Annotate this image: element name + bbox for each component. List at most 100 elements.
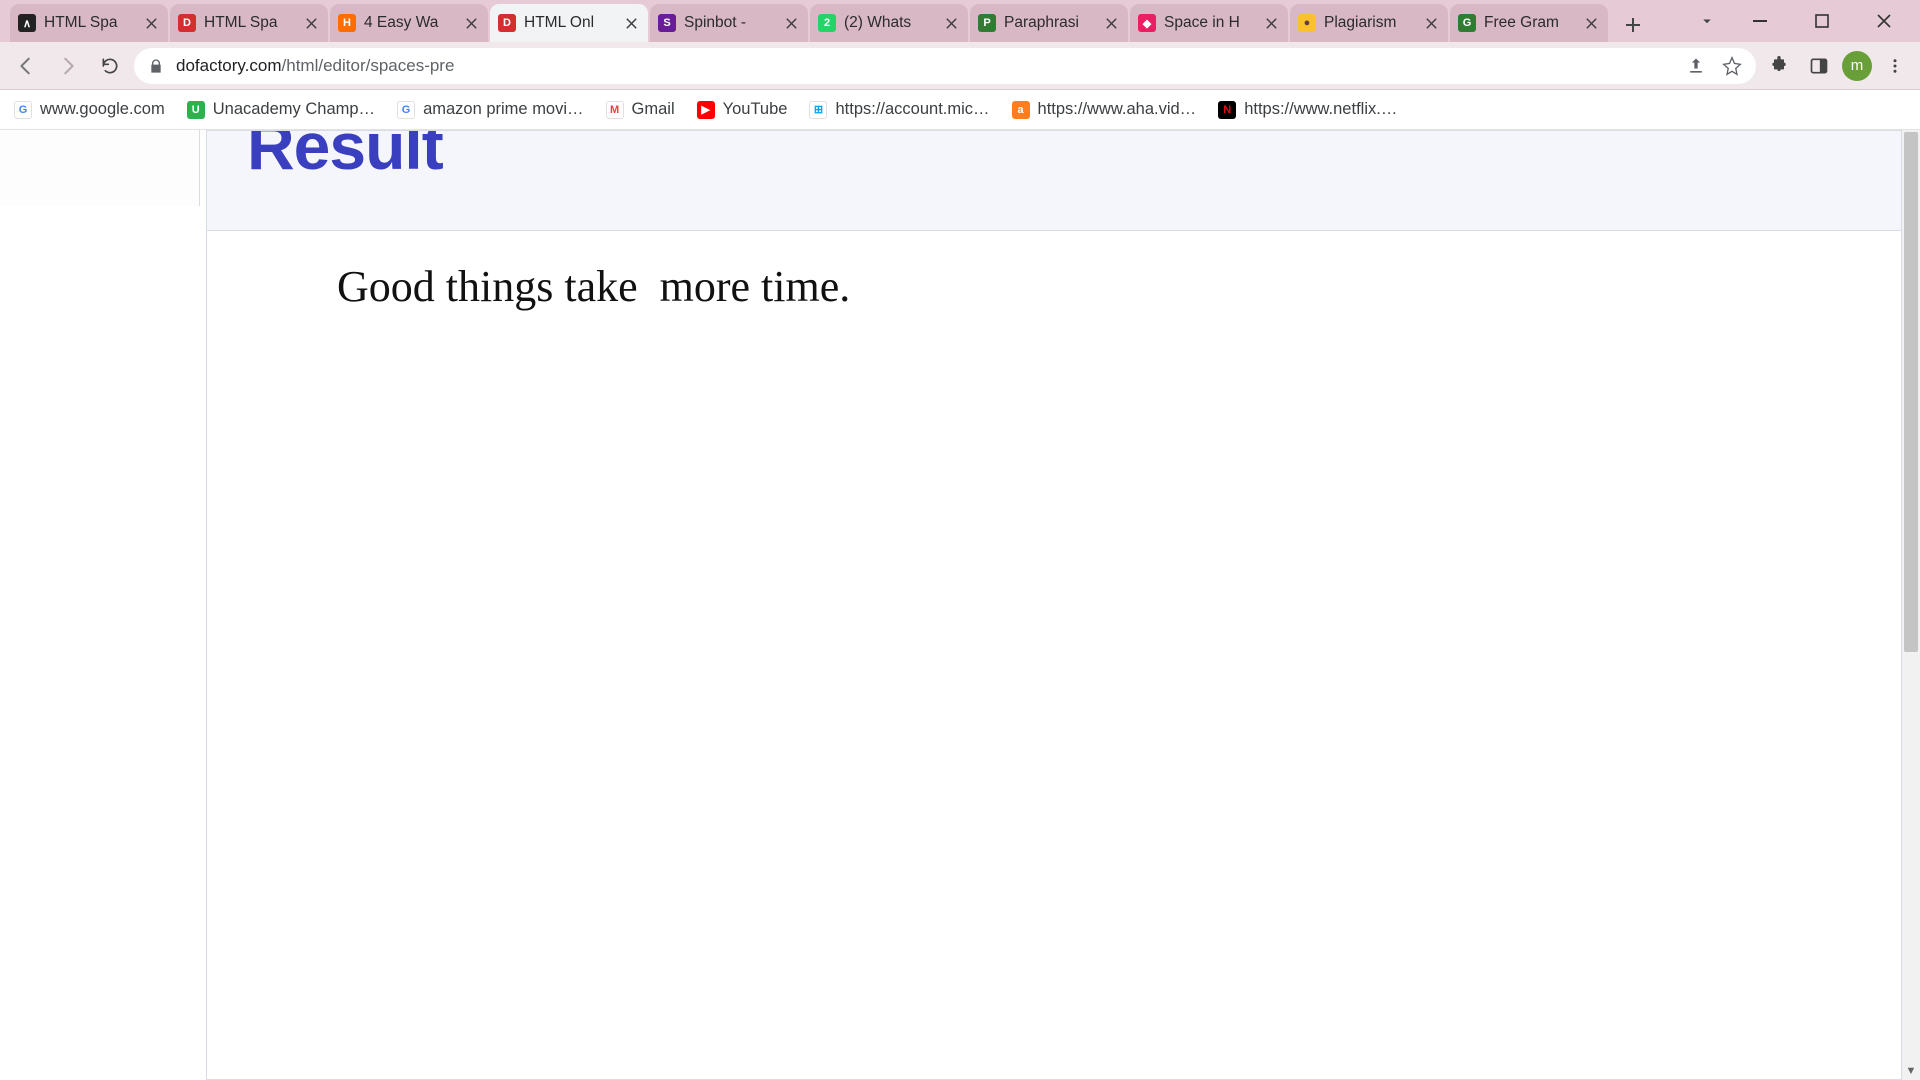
back-button[interactable] (8, 48, 44, 84)
bookmark-item[interactable]: Gwww.google.com (14, 100, 165, 119)
tab-strip: ∧ HTML Spa DHTML Spa H 4 Easy Wa D HTML Onl S Sp… (0, 0, 1920, 42)
new-tab-button[interactable] (1616, 8, 1650, 42)
bookmark-button[interactable] (1722, 56, 1742, 76)
browser-toolbar: dofactory.com/html/editor/spaces-pre m (0, 42, 1920, 90)
bookmark-label: www.google.com (40, 100, 165, 119)
window-maximize-button[interactable] (1804, 7, 1840, 35)
tab-close-button[interactable] (1102, 14, 1120, 32)
close-icon (466, 18, 477, 29)
tab-title: Space in H (1164, 14, 1258, 32)
close-icon (1877, 14, 1891, 28)
bookmark-item[interactable]: ⊞https://account.mic… (809, 100, 989, 119)
tab-close-button[interactable] (1422, 14, 1440, 32)
result-heading: Result (247, 130, 443, 179)
tab-search-button[interactable] (1698, 12, 1716, 30)
left-rail (0, 130, 200, 206)
tab-close-button[interactable] (302, 14, 320, 32)
browser-tab[interactable]: 2(2) Whats (810, 4, 968, 42)
tab-title: Spinbot - (684, 14, 778, 32)
bookmarks-bar: Gwww.google.com U Unacademy Champ… Gamazon … (0, 90, 1920, 130)
window-close-button[interactable] (1866, 7, 1902, 35)
scrollbar-thumb[interactable] (1904, 132, 1918, 652)
kebab-icon (1886, 57, 1904, 75)
extensions-button[interactable] (1762, 49, 1796, 83)
close-icon (1426, 18, 1437, 29)
bookmark-item[interactable]: Nhttps://www.netflix.… (1218, 100, 1397, 119)
result-panel: Result Good things take more time. (206, 130, 1902, 1080)
tab-favicon-icon: ∧ (18, 14, 36, 32)
reload-icon (100, 56, 120, 76)
bookmark-item[interactable]: a https://www.aha.vid… (1012, 100, 1197, 119)
url-host: dofactory.com (176, 56, 282, 75)
bookmark-favicon-icon: a (1012, 101, 1030, 119)
tab-favicon-icon: G (1458, 14, 1476, 32)
tab-close-button[interactable] (782, 14, 800, 32)
maximize-icon (1815, 14, 1829, 28)
plus-icon (1625, 17, 1641, 33)
reload-button[interactable] (92, 48, 128, 84)
bookmark-item[interactable]: U Unacademy Champ… (187, 100, 375, 119)
tab-title: Free Gram (1484, 14, 1578, 32)
window-minimize-button[interactable] (1742, 7, 1778, 35)
result-panel-body: Good things take more time. (206, 230, 1902, 1080)
url-path: /html/editor/spaces-pre (282, 56, 455, 75)
browser-tab[interactable]: ●Plagiarism (1290, 4, 1448, 42)
tab-favicon-icon: D (498, 14, 516, 32)
tab-close-button[interactable] (142, 14, 160, 32)
bookmark-item[interactable]: ▶YouTube (697, 100, 788, 119)
bookmark-item[interactable]: Gamazon prime movi… (397, 100, 583, 119)
browser-tab[interactable]: D HTML Onl (490, 4, 648, 42)
tab-favicon-icon: S (658, 14, 676, 32)
tab-title: Paraphrasi (1004, 14, 1098, 32)
browser-tab[interactable]: H 4 Easy Wa (330, 4, 488, 42)
profile-avatar[interactable]: m (1842, 51, 1872, 81)
close-icon (626, 18, 637, 29)
sidepanel-button[interactable] (1802, 49, 1836, 83)
close-icon (1266, 18, 1277, 29)
tab-title: 4 Easy Wa (364, 14, 458, 32)
bookmark-label: https://www.aha.vid… (1038, 100, 1197, 119)
browser-tab[interactable]: G Free Gram (1450, 4, 1608, 42)
share-button[interactable] (1686, 56, 1706, 76)
address-bar[interactable]: dofactory.com/html/editor/spaces-pre (134, 48, 1756, 84)
bookmark-label: Unacademy Champ… (213, 100, 375, 119)
tab-close-button[interactable] (622, 14, 640, 32)
bookmark-favicon-icon: ⊞ (809, 101, 827, 119)
scroll-down-arrow-icon[interactable]: ▼ (1902, 1062, 1920, 1080)
star-icon (1722, 56, 1742, 76)
tab-favicon-icon: ◆ (1138, 14, 1156, 32)
avatar-letter: m (1851, 57, 1864, 74)
browser-tab[interactable]: ◆ Space in H (1130, 4, 1288, 42)
tab-title: HTML Onl (524, 14, 618, 32)
tab-title: HTML Spa (44, 14, 138, 32)
tab-favicon-icon: H (338, 14, 356, 32)
bookmark-favicon-icon: U (187, 101, 205, 119)
tab-close-button[interactable] (1582, 14, 1600, 32)
bookmark-favicon-icon: N (1218, 101, 1236, 119)
close-icon (146, 18, 157, 29)
bookmark-favicon-icon: ▶ (697, 101, 715, 119)
browser-tab[interactable]: ∧ HTML Spa (10, 4, 168, 42)
close-icon (306, 18, 317, 29)
forward-button[interactable] (50, 48, 86, 84)
tab-close-button[interactable] (462, 14, 480, 32)
bookmark-favicon-icon: G (397, 101, 415, 119)
browser-tab[interactable]: S Spinbot - (650, 4, 808, 42)
tab-close-button[interactable] (1262, 14, 1280, 32)
tab-close-button[interactable] (942, 14, 960, 32)
tab-favicon-icon: D (178, 14, 196, 32)
result-panel-header: Result (206, 130, 1902, 230)
vertical-scrollbar[interactable]: ▲ ▼ (1902, 130, 1920, 1080)
bookmark-label: https://www.netflix.… (1244, 100, 1397, 119)
page-content: Result Good things take more time. ▲ ▼ (0, 130, 1920, 1080)
browser-tab[interactable]: DHTML Spa (170, 4, 328, 42)
arrow-left-icon (15, 55, 37, 77)
close-icon (786, 18, 797, 29)
puzzle-icon (1769, 56, 1789, 76)
bookmark-label: amazon prime movi… (423, 100, 583, 119)
url-text: dofactory.com/html/editor/spaces-pre (176, 56, 454, 76)
chrome-menu-button[interactable] (1878, 49, 1912, 83)
browser-tab[interactable]: P Paraphrasi (970, 4, 1128, 42)
tab-favicon-icon: P (978, 14, 996, 32)
bookmark-item[interactable]: MGmail (606, 100, 675, 119)
